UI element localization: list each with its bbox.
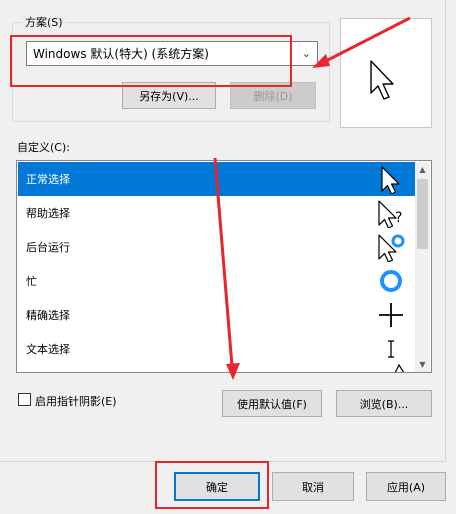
apply-label: 应用(A)	[386, 480, 426, 494]
cancel-label: 取消	[302, 480, 324, 494]
list-item-label: 后台运行	[26, 241, 70, 254]
crosshair-cursor-icon	[379, 303, 403, 327]
pointer-shadow-label: 启用指针阴影(E)	[35, 395, 117, 408]
chevron-down-icon: ⌄	[301, 47, 311, 60]
apply-button[interactable]: 应用(A)	[366, 472, 446, 501]
save-as-label: 另存为(V)...	[139, 89, 199, 103]
delete-button[interactable]: 删除(D)	[230, 82, 316, 109]
text-ibeam-cursor-icon	[388, 340, 394, 358]
browse-label: 浏览(B)...	[359, 397, 409, 411]
partial-cursor-icon	[394, 363, 405, 372]
list-item-label: 正常选择	[26, 173, 70, 186]
scheme-legend: 方案(S)	[22, 14, 66, 30]
delete-label: 删除(D)	[253, 89, 293, 103]
list-item[interactable]: 精确选择	[18, 298, 416, 332]
working-in-background-cursor-icon	[378, 234, 405, 262]
scrollbar-thumb[interactable]	[417, 179, 428, 249]
list-item[interactable]: 文本选择	[18, 332, 416, 366]
pointer-shadow-checkbox[interactable]	[18, 393, 31, 406]
scheme-dropdown[interactable]: Windows 默认(特大) (系统方案) ⌄	[26, 41, 318, 66]
use-default-button[interactable]: 使用默认值(F)	[222, 390, 322, 417]
browse-button[interactable]: 浏览(B)...	[336, 390, 432, 417]
help-cursor-icon: ?	[378, 200, 402, 228]
list-item-label: 帮助选择	[26, 207, 70, 220]
cursor-list[interactable]: 正常选择 帮助选择 ? 后台运行 忙 精确选择 文本选择 ▲ ▼	[16, 160, 432, 373]
ok-label: 确定	[206, 480, 228, 494]
list-item[interactable]: 正常选择	[18, 162, 416, 196]
list-item-label: 精确选择	[26, 309, 70, 322]
list-item-label: 忙	[26, 275, 37, 288]
arrow-cursor-icon	[381, 166, 400, 194]
scheme-selected-value: Windows 默认(特大) (系统方案)	[33, 47, 209, 61]
customize-label: 自定义(C):	[17, 141, 70, 154]
list-item[interactable]: 后台运行	[18, 230, 416, 264]
list-item[interactable]: 忙	[18, 264, 416, 298]
list-item-label: 文本选择	[26, 343, 70, 356]
svg-text:?: ?	[395, 210, 402, 226]
ok-button[interactable]: 确定	[174, 472, 260, 501]
scroll-down-icon[interactable]: ▼	[415, 357, 430, 372]
list-scrollbar[interactable]: ▲ ▼	[415, 162, 430, 372]
list-item[interactable]: 帮助选择 ?	[18, 196, 416, 230]
arrow-cursor-icon	[370, 60, 394, 100]
use-default-label: 使用默认值(F)	[237, 397, 307, 411]
scroll-up-icon[interactable]: ▲	[415, 162, 430, 178]
save-as-button[interactable]: 另存为(V)...	[122, 82, 216, 109]
cursor-preview	[340, 18, 432, 128]
busy-cursor-icon	[380, 270, 402, 292]
cancel-button[interactable]: 取消	[272, 472, 354, 501]
